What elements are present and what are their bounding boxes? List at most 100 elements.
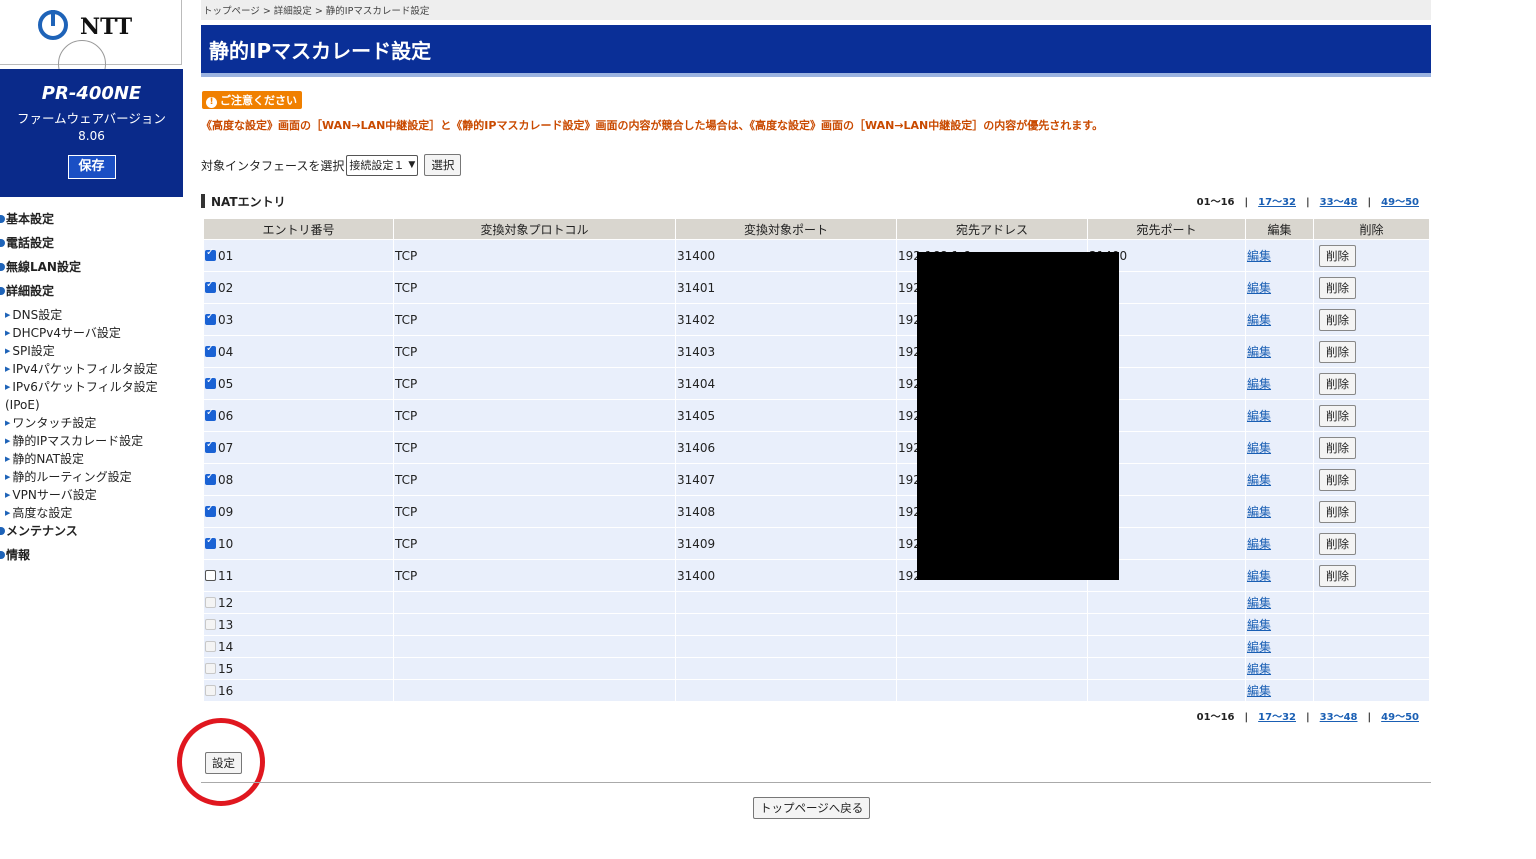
delete-button[interactable]: 削除 xyxy=(1319,340,1356,363)
entry-checkbox[interactable] xyxy=(205,569,216,581)
model-info: PR-400NE ファームウェアバージョン 8.06 保存 xyxy=(0,69,183,197)
sidebar-item-12[interactable]: ▶ 静的ルーティング設定 xyxy=(0,468,184,486)
chevron-down-icon: ▼ xyxy=(408,160,416,170)
edit-link[interactable]: 編集 xyxy=(1247,409,1271,423)
entry-checkbox[interactable] xyxy=(205,407,216,421)
entry-checkbox[interactable] xyxy=(205,471,216,485)
sidebar-item-13[interactable]: ▶ VPNサーバ設定 xyxy=(0,486,184,504)
delete-button[interactable]: 削除 xyxy=(1319,564,1356,587)
sidebar-item-label: 電話設定 xyxy=(6,236,55,250)
sidebar-section-2[interactable]: 無線LAN設定 xyxy=(0,258,184,282)
header-delete: 削除 xyxy=(1314,219,1429,239)
protocol-cell: TCP xyxy=(394,560,675,591)
sidebar-item-11[interactable]: ▶ 静的NAT設定 xyxy=(0,450,184,468)
protocol-cell xyxy=(394,592,675,613)
interface-select[interactable]: 接続設定１ ▼ xyxy=(346,154,419,176)
edit-link[interactable]: 編集 xyxy=(1247,618,1271,632)
highlight-circle xyxy=(177,718,265,806)
edit-link[interactable]: 編集 xyxy=(1247,537,1271,551)
save-button[interactable]: 保存 xyxy=(67,155,116,179)
sidebar-item-8[interactable]: ▶ IPv6パケットフィルタ設定(IPoE) xyxy=(0,378,184,414)
sidebar-item-9[interactable]: ▶ ワンタッチ設定 xyxy=(0,414,184,432)
sidebar-section-0[interactable]: 基本設定 xyxy=(0,210,184,234)
entry-checkbox[interactable] xyxy=(205,343,216,357)
delete-button[interactable]: 削除 xyxy=(1319,244,1356,267)
triangle-right-icon: ▶ xyxy=(5,491,11,499)
sidebar-section-15[interactable]: メンテナンス xyxy=(0,522,184,546)
protocol-cell: TCP xyxy=(394,496,675,527)
address-cell xyxy=(897,680,1087,701)
entry-checkbox[interactable] xyxy=(205,279,216,293)
port-cell: 31403 xyxy=(676,336,896,367)
sidebar-item-10[interactable]: ▶ 静的IPマスカレード設定 xyxy=(0,432,184,450)
entry-number: 05 xyxy=(218,376,234,391)
table-row: 02TCP314011921編集削除 xyxy=(204,272,1429,303)
table-row: 13 編集 xyxy=(204,614,1429,635)
pager-link-49-50[interactable]: 49〜50 xyxy=(1381,197,1419,208)
edit-link[interactable]: 編集 xyxy=(1247,684,1271,698)
entry-checkbox[interactable] xyxy=(205,503,216,517)
edit-link[interactable]: 編集 xyxy=(1247,281,1271,295)
edit-link[interactable]: 編集 xyxy=(1247,313,1271,327)
delete-button[interactable]: 削除 xyxy=(1319,372,1356,395)
delete-button[interactable]: 削除 xyxy=(1319,436,1356,459)
edit-link[interactable]: 編集 xyxy=(1247,505,1271,519)
sidebar-item-7[interactable]: ▶ IPv4パケットフィルタ設定 xyxy=(0,360,184,378)
bullet-icon xyxy=(0,215,5,223)
edit-link[interactable]: 編集 xyxy=(1247,662,1271,676)
protocol-cell xyxy=(394,614,675,635)
back-to-top-button[interactable]: トップページへ戻る xyxy=(753,797,871,819)
triangle-right-icon: ▶ xyxy=(5,329,11,337)
bullet-icon xyxy=(0,287,5,295)
protocol-cell: TCP xyxy=(394,368,675,399)
interface-label: 対象インタフェースを選択 xyxy=(201,158,345,173)
delete-button[interactable]: 削除 xyxy=(1319,404,1356,427)
pager-link-17-32[interactable]: 17〜32 xyxy=(1258,197,1296,208)
sidebar-item-14[interactable]: ▶ 高度な設定 xyxy=(0,504,184,522)
entry-checkbox[interactable] xyxy=(205,439,216,453)
entry-checkbox[interactable] xyxy=(205,311,216,325)
pager-link-33-48[interactable]: 33〜48 xyxy=(1320,197,1358,208)
table-row: 14 編集 xyxy=(204,636,1429,657)
port-cell xyxy=(676,658,896,679)
select-button[interactable]: 選択 xyxy=(424,154,462,176)
caution-badge: ! ご注意ください xyxy=(202,91,302,109)
sidebar-item-6[interactable]: ▶ SPI設定 xyxy=(0,342,184,360)
delete-button[interactable]: 削除 xyxy=(1319,532,1356,555)
table-row: 05TCP314041924編集削除 xyxy=(204,368,1429,399)
entry-number: 10 xyxy=(218,536,234,551)
entry-checkbox[interactable] xyxy=(205,247,216,261)
edit-link[interactable]: 編集 xyxy=(1247,345,1271,359)
edit-link[interactable]: 編集 xyxy=(1247,569,1271,583)
edit-link[interactable]: 編集 xyxy=(1247,473,1271,487)
delete-button[interactable]: 削除 xyxy=(1319,468,1356,491)
sidebar-section-3[interactable]: 詳細設定 xyxy=(0,282,184,306)
sidebar-item-label: DHCPv4サーバ設定 xyxy=(12,326,121,340)
entry-checkbox[interactable] xyxy=(205,375,216,389)
pager-bottom: 01〜16 | 17〜32 | 33〜48 | 49〜50 xyxy=(1196,712,1419,723)
pager-link-49-50[interactable]: 49〜50 xyxy=(1381,712,1419,723)
port-cell xyxy=(676,614,896,635)
port-cell: 31406 xyxy=(676,432,896,463)
delete-button[interactable]: 削除 xyxy=(1319,308,1356,331)
sidebar-section-1[interactable]: 電話設定 xyxy=(0,234,184,258)
sidebar-item-4[interactable]: ▶ DNS設定 xyxy=(0,306,184,324)
protocol-cell: TCP xyxy=(394,432,675,463)
entry-checkbox xyxy=(205,662,216,674)
edit-link[interactable]: 編集 xyxy=(1247,640,1271,654)
edit-link[interactable]: 編集 xyxy=(1247,596,1271,610)
caution-text: 《高度な設定》画面の［WAN→LAN中継設定］と《静的IPマスカレード設定》画面… xyxy=(201,119,1104,132)
sidebar-section-16[interactable]: 情報 xyxy=(0,546,184,570)
delete-button[interactable]: 削除 xyxy=(1319,500,1356,523)
ntt-logo-icon xyxy=(38,10,68,40)
entry-checkbox xyxy=(205,618,216,630)
pager-link-33-48[interactable]: 33〜48 xyxy=(1320,712,1358,723)
entry-checkbox xyxy=(205,684,216,696)
edit-link[interactable]: 編集 xyxy=(1247,441,1271,455)
pager-link-17-32[interactable]: 17〜32 xyxy=(1258,712,1296,723)
delete-button[interactable]: 削除 xyxy=(1319,276,1356,299)
edit-link[interactable]: 編集 xyxy=(1247,249,1271,263)
entry-checkbox[interactable] xyxy=(205,535,216,549)
sidebar-item-5[interactable]: ▶ DHCPv4サーバ設定 xyxy=(0,324,184,342)
edit-link[interactable]: 編集 xyxy=(1247,377,1271,391)
